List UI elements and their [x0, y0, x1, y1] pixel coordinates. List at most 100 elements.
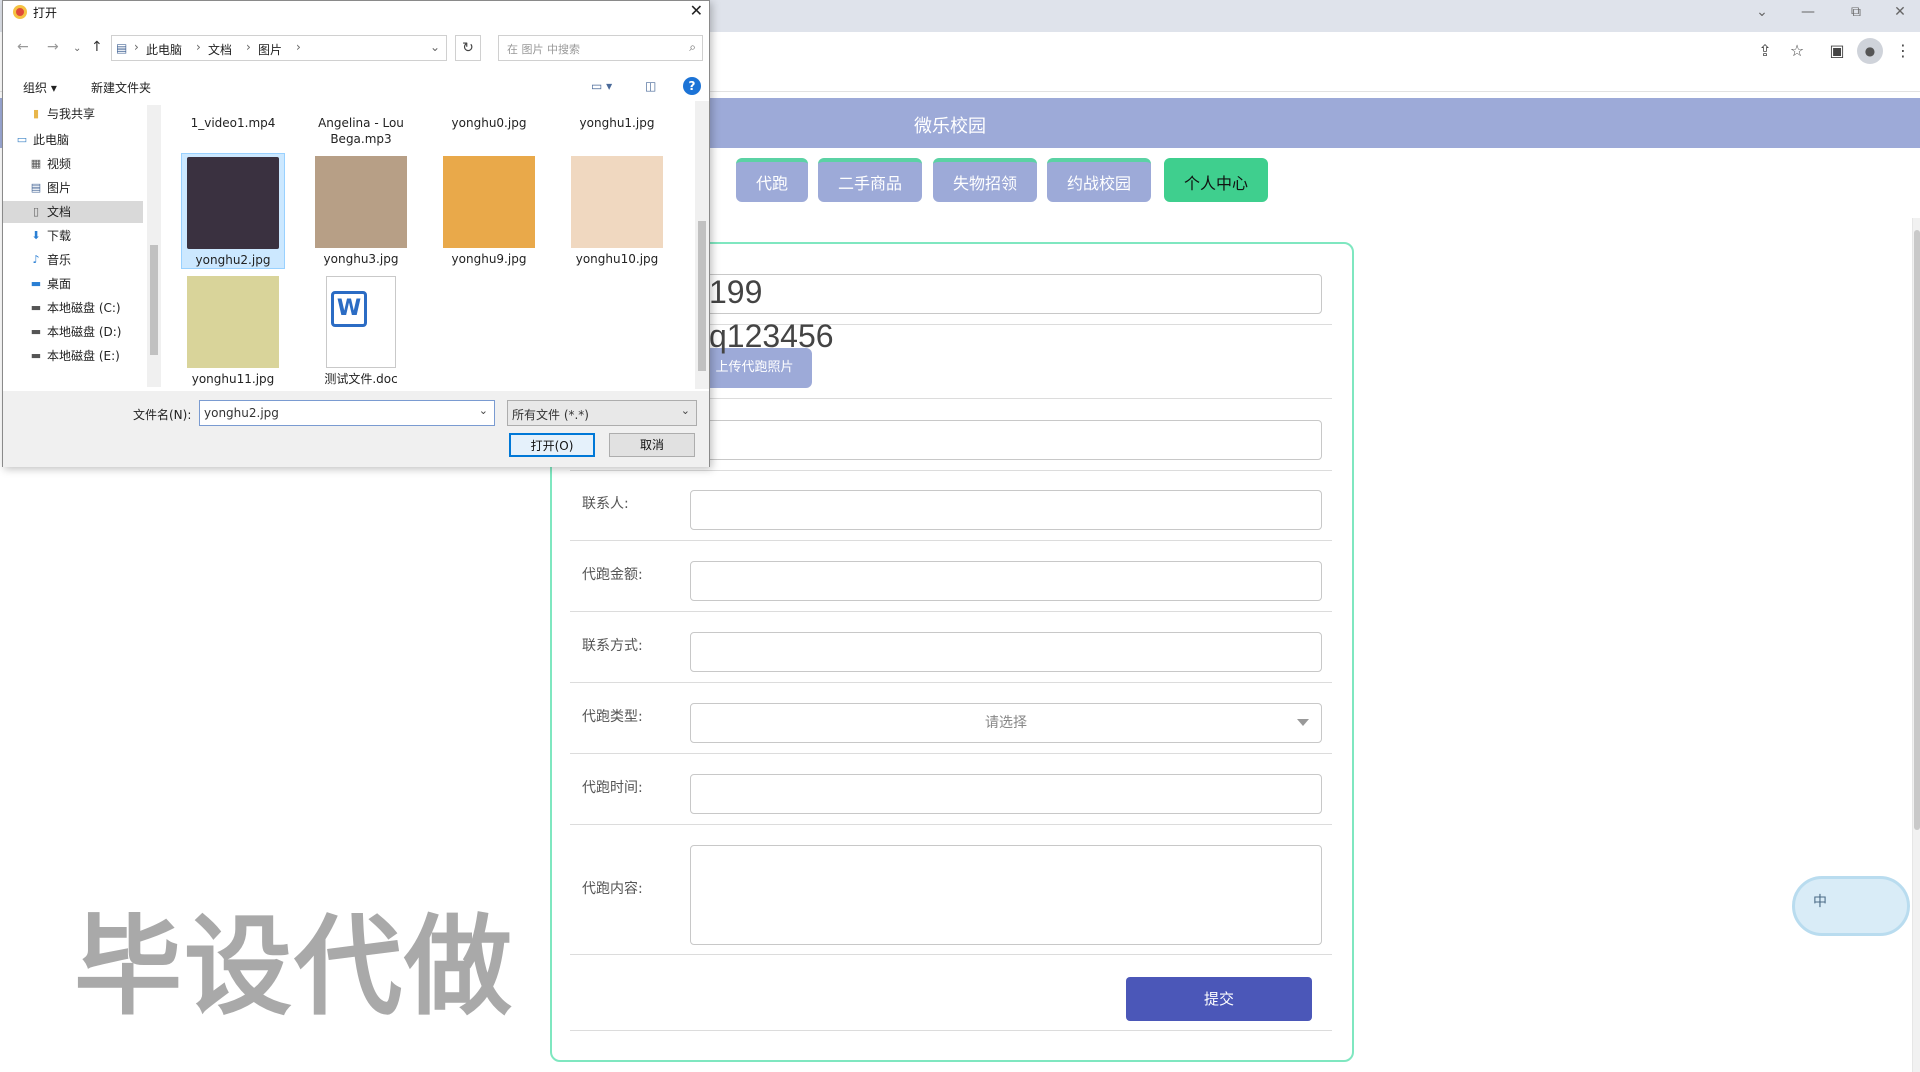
file-name: yonghu11.jpg	[191, 372, 275, 386]
row-divider	[570, 611, 1332, 612]
chevron-right-icon: ›	[296, 40, 301, 54]
sidebar-item-downloads[interactable]: ⬇ 下载	[3, 225, 143, 247]
nav-lost-found[interactable]: 失物招领	[933, 158, 1037, 202]
star-icon[interactable]: ☆	[1784, 38, 1810, 64]
type-select[interactable]: 请选择	[690, 703, 1322, 743]
organize-menu[interactable]: 组织 ▾	[23, 79, 57, 96]
submit-button[interactable]: 提交	[1126, 977, 1312, 1021]
sidebar-item-label: 下载	[47, 229, 72, 243]
sidebar-item-label: 音乐	[47, 253, 72, 267]
file-name: yonghu2.jpg	[195, 253, 271, 267]
path-item[interactable]: 文档	[208, 41, 232, 58]
filetype-select[interactable]: 所有文件 (*.*) ⌄	[507, 400, 697, 426]
view-options-icon[interactable]: ▭ ▾	[591, 79, 612, 93]
page-scrollbar-thumb[interactable]	[1914, 230, 1920, 830]
minimize-button[interactable]: —	[1788, 2, 1828, 22]
file-name: yonghu10.jpg	[575, 252, 659, 266]
image-thumbnail	[187, 157, 279, 249]
file-item[interactable]: yonghu10.jpg	[565, 153, 669, 269]
sidebar-item-drive-d[interactable]: ▬ 本地磁盘 (D:)	[3, 321, 143, 343]
sidebar-item-desktop[interactable]: ▬ 桌面	[3, 273, 143, 295]
file-item[interactable]: yonghu0.jpg	[437, 115, 541, 131]
close-icon[interactable]: ✕	[690, 1, 703, 20]
refresh-icon[interactable]: ↻	[455, 35, 481, 61]
word-logo-icon: W	[331, 291, 367, 327]
document-icon: ▯	[32, 205, 40, 218]
chevron-down-icon[interactable]: ⌄	[479, 404, 488, 417]
file-item[interactable]: yonghu3.jpg	[309, 153, 413, 269]
menu-icon[interactable]: ⋮	[1890, 38, 1916, 64]
open-button[interactable]: 打开(O)	[509, 433, 595, 457]
tab-search-icon[interactable]: ⌄	[1742, 2, 1782, 22]
sidebar-item-this-pc[interactable]: ▭ 此电脑	[0, 129, 129, 151]
image-thumbnail	[187, 276, 279, 368]
file-name: 测试文件.doc	[324, 372, 398, 386]
sidebar-item-shared[interactable]: ▮ 与我共享	[3, 103, 143, 125]
help-icon[interactable]: ?	[683, 77, 701, 95]
file-item-selected[interactable]: yonghu2.jpg	[181, 153, 285, 269]
restore-button[interactable]: ⧉	[1836, 2, 1876, 22]
row-divider	[570, 470, 1332, 471]
contact-method-input[interactable]	[690, 632, 1322, 672]
file-list-scrollbar-thumb[interactable]	[698, 221, 706, 371]
file-item[interactable]: yonghu1.jpg	[565, 115, 669, 131]
sidebar-item-drive-c[interactable]: ▬ 本地磁盘 (C:)	[3, 297, 143, 319]
up-arrow-icon[interactable]: ↑	[91, 39, 103, 55]
cancel-button[interactable]: 取消	[609, 433, 695, 457]
file-item[interactable]: yonghu9.jpg	[437, 153, 541, 269]
profile-icon[interactable]: ●	[1857, 38, 1883, 64]
search-input[interactable]: 在 图片 中搜索 ⌕	[498, 35, 703, 61]
path-breadcrumb[interactable]: ▤ › 此电脑 › 文档 › 图片 › ⌄	[111, 35, 447, 61]
video-icon: ▦	[30, 157, 42, 170]
contact-label: 联系人:	[582, 496, 629, 512]
file-list-scrollbar[interactable]	[695, 101, 709, 389]
recent-dropdown-icon[interactable]: ⌄	[73, 43, 81, 54]
desktop-icon: ▬	[30, 277, 42, 290]
contact-input[interactable]	[690, 490, 1322, 530]
search-icon: ⌕	[689, 40, 696, 54]
nav-personal-center[interactable]: 个人中心	[1164, 158, 1268, 202]
content-textarea[interactable]	[690, 845, 1322, 945]
sidebar-item-pictures[interactable]: ▤ 图片	[3, 177, 143, 199]
sidebar-item-label: 与我共享	[47, 107, 96, 121]
path-item[interactable]: 图片	[258, 41, 282, 58]
filename-input[interactable]: yonghu2.jpg ⌄	[199, 400, 495, 426]
chevron-down-icon[interactable]: ⌄	[430, 40, 440, 54]
file-item[interactable]: 1_video1.mp4	[181, 115, 285, 131]
dialog-title: 打开	[33, 6, 58, 20]
navigation-scrollbar[interactable]	[147, 105, 161, 387]
sidebar-item-label: 本地磁盘 (D:)	[47, 325, 122, 339]
file-item[interactable]: yonghu11.jpg	[181, 273, 285, 389]
nav-second-hand[interactable]: 二手商品	[818, 158, 922, 202]
back-arrow-icon[interactable]: ←	[17, 39, 29, 55]
file-item[interactable]: W 测试文件.doc	[309, 273, 413, 389]
row-divider	[570, 540, 1332, 541]
sidebar-item-documents[interactable]: ▯ 文档	[3, 201, 143, 223]
sidebar-item-label: 此电脑	[33, 133, 70, 147]
path-item[interactable]: 此电脑	[146, 41, 182, 58]
amount-input[interactable]	[690, 561, 1322, 601]
sidebar-icon[interactable]: ▣	[1824, 38, 1850, 64]
forward-arrow-icon[interactable]: →	[47, 39, 59, 55]
sidebar-item-videos[interactable]: ▦ 视频	[3, 153, 143, 175]
file-item[interactable]: Angelina - Lou Bega.mp3	[309, 115, 413, 147]
sidebar-item-label: 本地磁盘 (C:)	[47, 301, 121, 315]
navigation-scrollbar-thumb[interactable]	[150, 245, 158, 355]
image-thumbnail	[571, 156, 663, 248]
nav-campus-battle[interactable]: 约战校园	[1047, 158, 1151, 202]
page-scrollbar[interactable]	[1912, 218, 1920, 1072]
new-folder-button[interactable]: 新建文件夹	[91, 79, 151, 96]
field-input[interactable]	[690, 420, 1322, 460]
share-icon[interactable]: ⇪	[1752, 38, 1778, 64]
sidebar-item-drive-e[interactable]: ▬ 本地磁盘 (E:)	[3, 345, 143, 367]
chevron-right-icon: ›	[134, 40, 139, 54]
title-input[interactable]	[690, 274, 1322, 314]
floating-assistant-widget[interactable]: 中	[1792, 876, 1910, 936]
word-doc-icon: W	[326, 276, 396, 368]
nav-run-errand[interactable]: 代跑	[736, 158, 808, 202]
time-input[interactable]	[690, 774, 1322, 814]
sidebar-item-music[interactable]: ♪ 音乐	[3, 249, 143, 271]
row-divider	[570, 1030, 1332, 1031]
preview-pane-icon[interactable]: ◫	[645, 79, 656, 93]
close-window-button[interactable]: ✕	[1880, 2, 1920, 22]
